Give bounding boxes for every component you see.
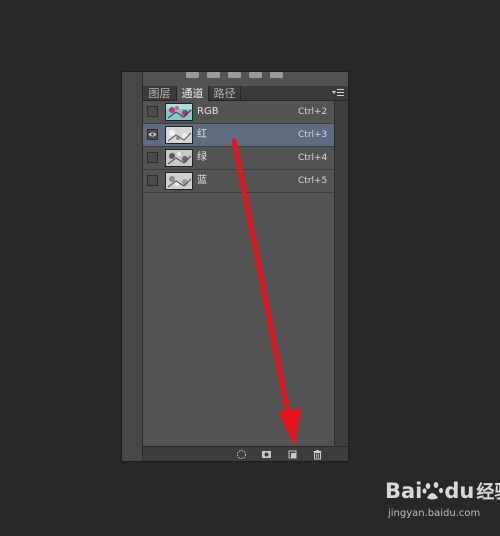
- save-selection-mask-icon[interactable]: [261, 449, 272, 460]
- channel-shortcut: Ctrl+3: [298, 130, 328, 140]
- paw-icon: [422, 482, 444, 500]
- visibility-toggle[interactable]: [147, 175, 158, 186]
- tab-layers[interactable]: 图层: [143, 86, 177, 101]
- trash-icon[interactable]: [312, 449, 323, 460]
- panel-menu-icon[interactable]: [332, 88, 344, 98]
- channel-row-green[interactable]: 绿 Ctrl+4: [143, 147, 334, 170]
- watermark-url: jingyan.baidu.com: [388, 508, 481, 519]
- panel-top-button[interactable]: [207, 72, 220, 78]
- channel-row-rgb[interactable]: RGB Ctrl+2: [143, 101, 334, 124]
- channel-shortcut: Ctrl+2: [298, 107, 328, 117]
- panel-top-button[interactable]: [186, 72, 199, 78]
- tab-channels[interactable]: 通道: [177, 86, 209, 101]
- scrollbar[interactable]: [334, 101, 348, 446]
- visibility-toggle[interactable]: [147, 129, 158, 140]
- panel-tab-bar: 图层 通道 路径: [143, 86, 348, 101]
- panel-top-strip: [143, 72, 348, 86]
- channel-row-red[interactable]: 红 Ctrl+3: [143, 124, 334, 147]
- visibility-toggle[interactable]: [147, 152, 158, 163]
- panel-bottom-bar: [143, 446, 348, 461]
- channel-shortcut: Ctrl+5: [298, 176, 328, 186]
- visibility-toggle[interactable]: [147, 106, 158, 117]
- panel-top-button[interactable]: [249, 72, 262, 78]
- tab-paths[interactable]: 路径: [209, 86, 241, 101]
- load-selection-icon[interactable]: [236, 449, 247, 460]
- channel-name: 绿: [197, 152, 207, 163]
- baidu-jingyan-watermark: Bai du经验 jingyan.baidu.com: [385, 478, 500, 530]
- new-channel-icon[interactable]: [287, 449, 298, 460]
- channel-name: 蓝: [197, 175, 207, 186]
- baidu-logo: Bai du经验: [385, 479, 500, 503]
- channel-thumbnail-green: [165, 149, 193, 167]
- channel-thumbnail-blue: [165, 172, 193, 190]
- panel-top-button[interactable]: [228, 72, 241, 78]
- channel-name: 红: [197, 129, 207, 140]
- channel-thumbnail-rgb: [165, 103, 193, 121]
- panel-top-button[interactable]: [270, 72, 283, 78]
- channel-row-blue[interactable]: 蓝 Ctrl+5: [143, 170, 334, 193]
- channel-name: RGB: [197, 106, 219, 117]
- eye-icon: [148, 132, 157, 137]
- panel-dock-strip: [122, 72, 143, 461]
- channel-shortcut: Ctrl+4: [298, 153, 328, 163]
- channel-thumbnail-red: [165, 126, 193, 144]
